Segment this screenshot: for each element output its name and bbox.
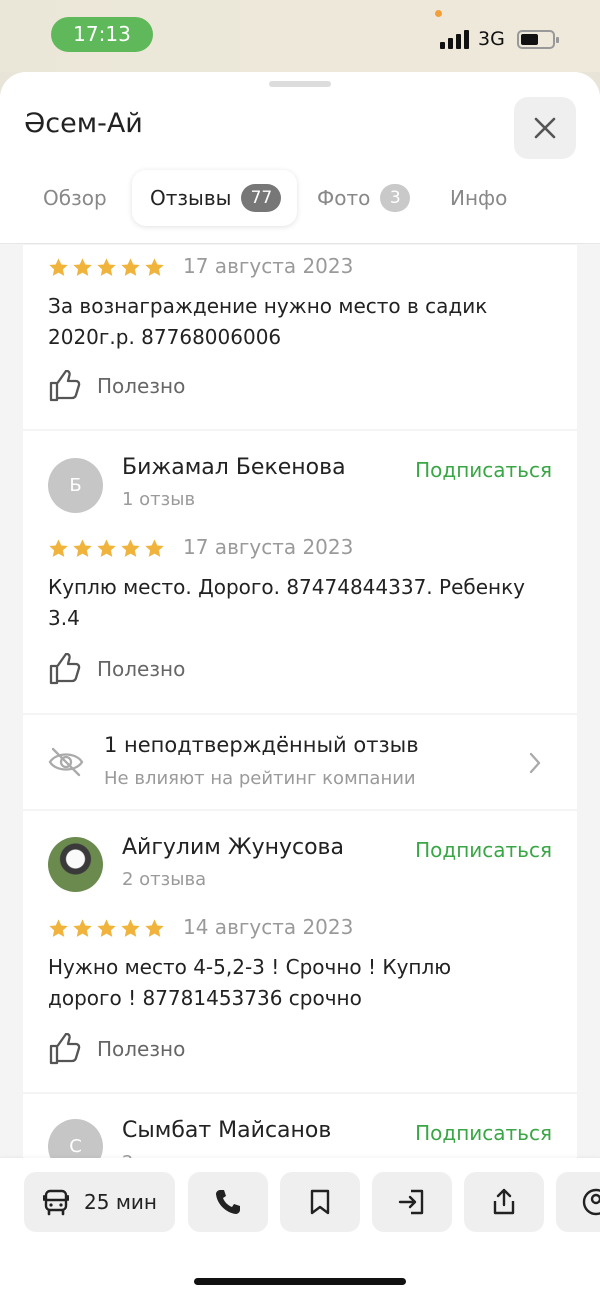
status-bar: 17:13 3G: [0, 0, 600, 72]
review-card: Б Бижамал Бекенова 1 отзыв Подписаться 1…: [23, 431, 577, 713]
review-text: Куплю место. Дорого. 87474844337. Ребенк…: [48, 572, 558, 634]
rating-stars: [48, 538, 165, 559]
subscribe-button[interactable]: Подписаться: [415, 838, 552, 862]
review-author[interactable]: Сымбат Майсанов: [122, 1118, 331, 1143]
chevron-right-icon: [529, 752, 541, 774]
star-icon: [121, 919, 140, 937]
subscribe-button[interactable]: Подписаться: [415, 458, 552, 482]
review-date: 14 августа 2023: [183, 915, 354, 939]
bus-icon: [43, 1189, 70, 1216]
signal-icon: [440, 29, 470, 49]
network-type: 3G: [478, 28, 505, 50]
helpful-label: Полезно: [97, 657, 186, 681]
tab-label: Фото: [317, 186, 371, 210]
review-text-line: За вознаграждение нужно место в садик: [48, 294, 488, 318]
review-date: 17 августа 2023: [183, 535, 354, 559]
review-text-line: дорого ! 87781453736 срочно: [48, 986, 362, 1010]
enter-button[interactable]: [372, 1172, 452, 1232]
subscribe-button[interactable]: Подписаться: [415, 1121, 552, 1145]
review-text-line: Нужно место 4-5,2-3 ! Срочно ! Куплю: [48, 955, 452, 979]
tab-reviews[interactable]: Отзывы 77: [132, 170, 297, 226]
close-button[interactable]: [514, 97, 576, 159]
place-sheet: Әсем-Ай Обзор Отзывы 77 Фото 3 Инфо 17 а…: [0, 72, 600, 1297]
star-icon: [145, 258, 164, 276]
review-author[interactable]: Бижамал Бекенова: [122, 455, 346, 480]
review-text-line: 2020г.р. 87768006006: [48, 325, 282, 349]
eye-off-icon: [48, 747, 84, 777]
star-icon: [145, 919, 164, 937]
star-icon: [49, 258, 68, 276]
star-icon: [73, 919, 92, 937]
helpful-button[interactable]: Полезно: [48, 653, 185, 685]
bookmark-icon: [310, 1189, 330, 1215]
review-date: 17 августа 2023: [183, 254, 354, 278]
battery-icon: [517, 30, 559, 49]
home-indicator[interactable]: [194, 1278, 406, 1285]
phone-icon: [216, 1190, 240, 1214]
unconfirmed-subtitle: Не влияют на рейтинг компании: [104, 768, 416, 789]
review-card: 17 августа 2023 За вознаграждение нужно …: [23, 245, 577, 429]
privacy-indicator: [435, 10, 442, 17]
review-author[interactable]: Айгулим Жунусова: [122, 835, 344, 860]
rating-stars: [48, 918, 165, 939]
author-reviews-count: 1 отзыв: [122, 489, 196, 510]
route-button[interactable]: 25 мин: [24, 1172, 175, 1232]
thumbs-up-icon: [49, 1033, 81, 1065]
unconfirmed-title: 1 неподтверждённый отзыв: [104, 733, 419, 757]
reviews-count-badge: 77: [241, 184, 282, 212]
thumbs-up-icon: [49, 370, 81, 402]
photos-count-badge: 3: [380, 184, 411, 212]
star-icon: [121, 539, 140, 557]
helpful-label: Полезно: [97, 1037, 186, 1061]
share-button[interactable]: [464, 1172, 544, 1232]
star-icon: [97, 258, 116, 276]
bookmark-button[interactable]: [280, 1172, 360, 1232]
tab-photos[interactable]: Фото 3: [317, 170, 411, 226]
star-icon: [97, 539, 116, 557]
review-text: За вознаграждение нужно место в садик 20…: [48, 291, 558, 353]
route-time: 25 мин: [84, 1190, 157, 1214]
login-icon: [398, 1189, 424, 1215]
star-icon: [97, 919, 116, 937]
sheet-header: Әсем-Ай Обзор Отзывы 77 Фото 3 Инфо: [0, 72, 600, 244]
star-icon: [73, 258, 92, 276]
tab-info[interactable]: Инфо: [450, 170, 507, 226]
review-text-line: 3.4: [48, 606, 80, 630]
thumbs-up-icon: [49, 653, 81, 685]
tab-label: Обзор: [43, 186, 107, 210]
tabs: Обзор Отзывы 77 Фото 3 Инфо: [0, 170, 600, 226]
review-text: Нужно место 4-5,2-3 ! Срочно ! Куплю дор…: [48, 952, 558, 1014]
author-reviews-count: 2 отзыва: [122, 869, 207, 890]
review-text-line: Куплю место. Дорого. 87474844337. Ребенк…: [48, 575, 526, 599]
tab-overview[interactable]: Обзор: [43, 170, 107, 226]
status-time: 17:13: [51, 17, 153, 52]
review-card: Айгулим Жунусова 2 отзыва Подписаться 14…: [23, 811, 577, 1092]
helpful-button[interactable]: Полезно: [48, 370, 185, 402]
close-icon: [534, 117, 556, 139]
rating-stars: [48, 257, 165, 278]
star-icon: [49, 919, 68, 937]
place-title: Әсем-Ай: [24, 108, 143, 139]
helpful-label: Полезно: [97, 374, 186, 398]
bottom-action-bar: 25 мин: [0, 1158, 600, 1297]
star-icon: [145, 539, 164, 557]
star-icon: [49, 539, 68, 557]
tab-label: Отзывы: [150, 186, 232, 210]
unconfirmed-reviews-row[interactable]: 1 неподтверждённый отзыв Не влияют на ре…: [23, 715, 577, 809]
profile-button[interactable]: [556, 1172, 600, 1232]
avatar[interactable]: Б: [48, 458, 103, 513]
star-icon: [121, 258, 140, 276]
call-button[interactable]: [188, 1172, 268, 1232]
sheet-grabber[interactable]: [269, 81, 331, 87]
star-icon: [73, 539, 92, 557]
profile-icon: [582, 1188, 600, 1216]
share-icon: [493, 1188, 515, 1215]
helpful-button[interactable]: Полезно: [48, 1033, 185, 1065]
avatar[interactable]: [48, 837, 103, 892]
tab-label: Инфо: [450, 186, 508, 210]
